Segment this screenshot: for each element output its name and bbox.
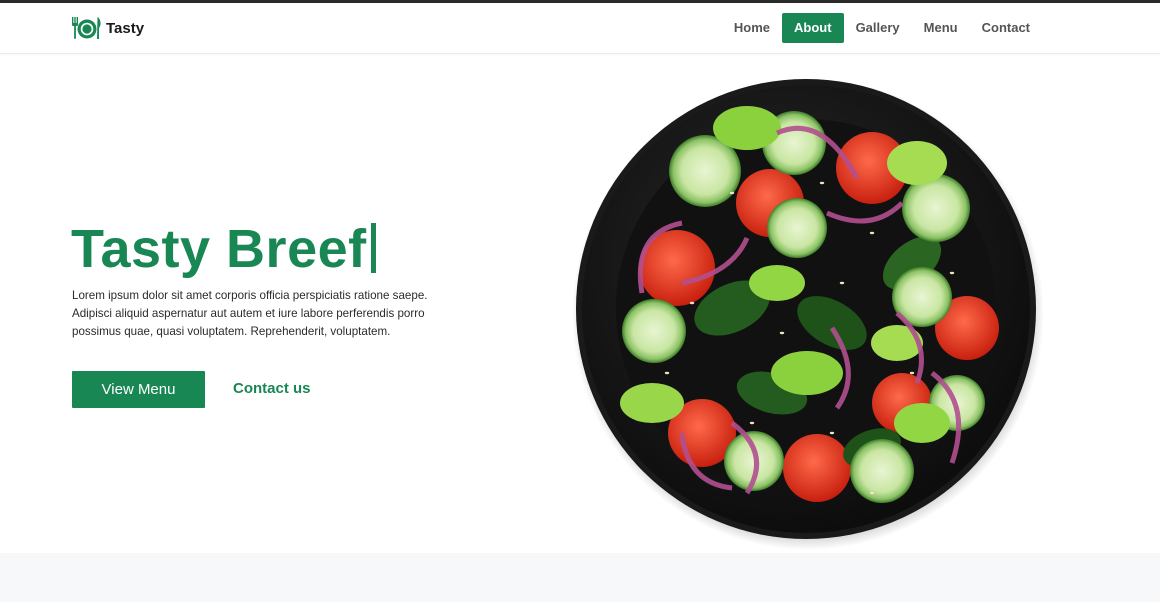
navbar: Tasty Home About Gallery Menu Contact — [0, 3, 1160, 54]
plate-fork-knife-icon — [72, 17, 101, 39]
brand-logo[interactable]: Tasty — [71, 15, 144, 41]
nav-home[interactable]: Home — [722, 13, 782, 43]
brand-name: Tasty — [106, 19, 145, 37]
hero-title-text: Tasty Breef — [71, 219, 367, 279]
salad-bowl-image — [572, 78, 1044, 550]
nav-contact[interactable]: Contact — [970, 13, 1042, 43]
view-menu-button[interactable]: View Menu — [72, 371, 205, 408]
hero-title: Tasty Breef — [71, 216, 376, 282]
nav-about[interactable]: About — [782, 13, 844, 43]
contact-us-link[interactable]: Contact us — [233, 380, 311, 397]
nav-gallery[interactable]: Gallery — [844, 13, 912, 43]
hero-description: Lorem ipsum dolor sit amet corporis offi… — [72, 289, 428, 338]
typing-caret — [370, 223, 376, 273]
next-section-band — [0, 553, 1160, 602]
main-nav: Home About Gallery Menu Contact — [722, 13, 1042, 43]
nav-menu[interactable]: Menu — [912, 13, 970, 43]
